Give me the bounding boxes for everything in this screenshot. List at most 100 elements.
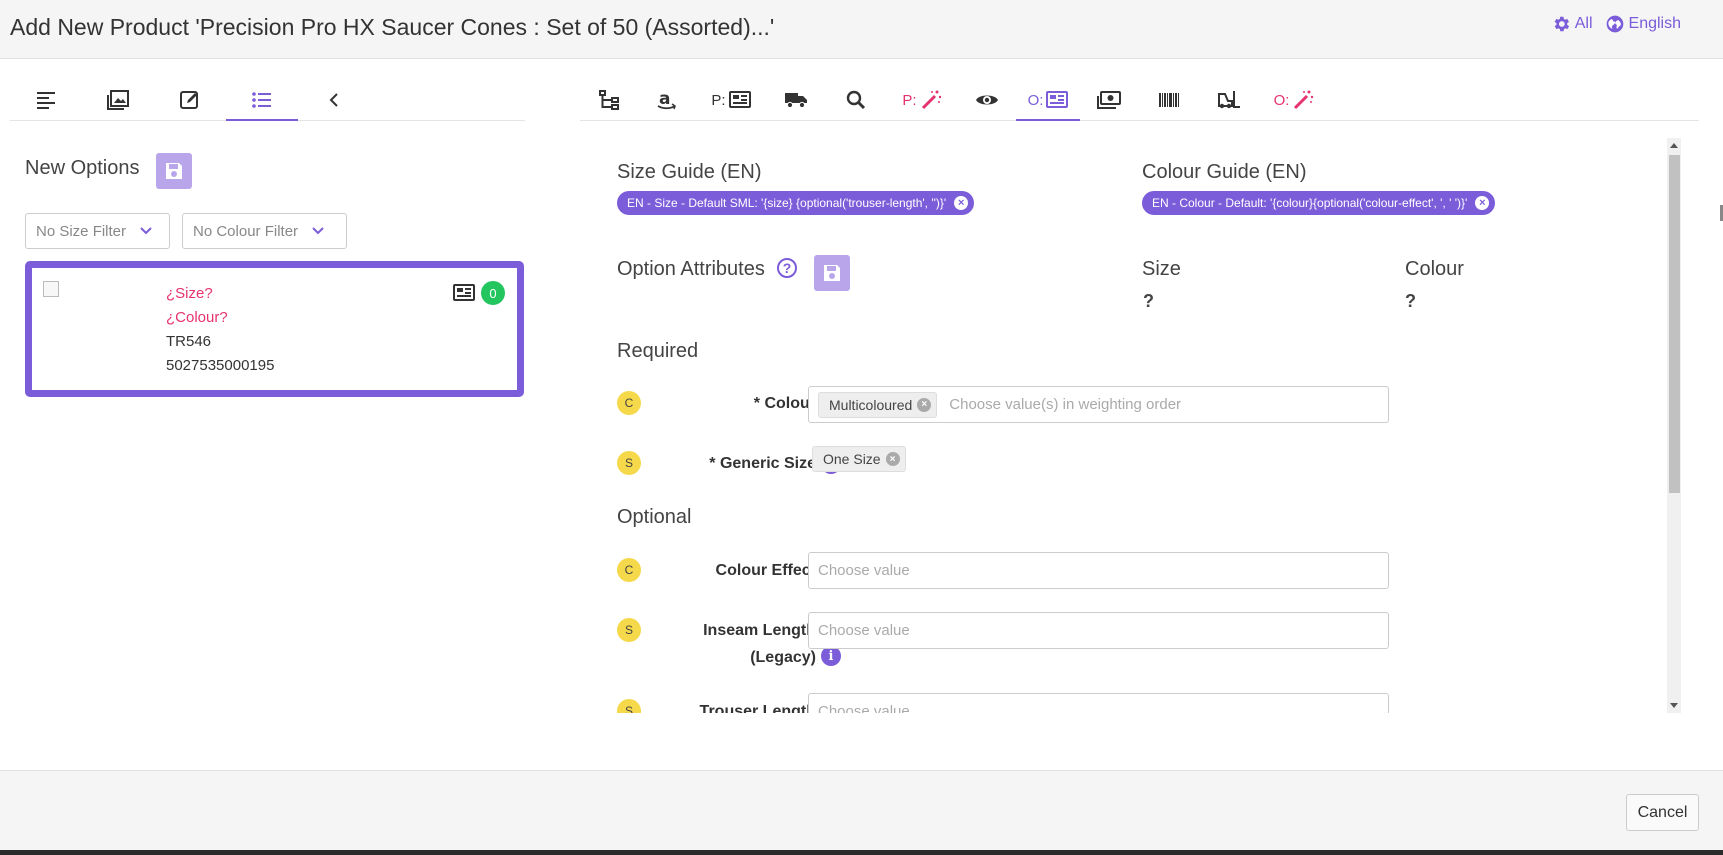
tab-shipping[interactable]: [766, 80, 826, 120]
tab-amazon[interactable]: a: [638, 80, 696, 120]
option-code: TR546: [166, 333, 212, 350]
colour-guide-chip[interactable]: EN - Colour - Default: '{colour}{optiona…: [1142, 191, 1496, 215]
required-heading: Required: [617, 340, 699, 362]
tab-option-listings[interactable]: O:: [1016, 80, 1080, 121]
colour-effect-select[interactable]: Choose value: [808, 552, 1389, 589]
size-value: ?: [1143, 291, 1154, 311]
generic-size-tag-label: One Size: [823, 451, 881, 467]
chevron-down-icon: [140, 227, 152, 235]
scroll-up-icon[interactable]: [1670, 143, 1678, 148]
inseam-length-label-line1: Inseam Length: [703, 622, 816, 639]
scrollbar-thumb[interactable]: [1669, 155, 1680, 493]
remove-colour-guide-icon[interactable]: ×: [1475, 196, 1490, 210]
save-attributes-button[interactable]: [814, 255, 850, 291]
collapse-panel-button[interactable]: [298, 80, 370, 120]
tab-prefix-o: O:: [1027, 91, 1044, 109]
option-filters: No Size Filter No Colour Filter: [25, 213, 347, 249]
colour-placeholder: Choose value(s) in weighting order: [949, 396, 1182, 413]
barcode-icon: [1159, 93, 1179, 107]
inseam-length-placeholder: Choose value: [818, 622, 910, 639]
modal-header: Add New Product 'Precision Pro HX Saucer…: [0, 0, 1723, 59]
tab-product-wizard[interactable]: P:: [886, 80, 958, 120]
inseam-length-select[interactable]: Choose value: [808, 612, 1389, 649]
option-card-details: ¿Size? ¿Colour? TR546 5027535000195: [166, 282, 274, 378]
tab-edit[interactable]: [154, 80, 226, 120]
remove-tag-icon[interactable]: ×: [917, 397, 932, 412]
language-label: English: [1628, 15, 1681, 32]
tab-description[interactable]: [10, 80, 82, 120]
listing-icon: [1046, 91, 1069, 108]
remove-size-guide-icon[interactable]: ×: [954, 196, 969, 210]
save-icon: [166, 163, 182, 179]
info-icon[interactable]: i: [821, 646, 841, 666]
forklift-icon: [1218, 91, 1240, 109]
edit-icon: [180, 91, 198, 109]
listing-count-badge: 0: [481, 281, 505, 305]
magic-wand-icon: [1294, 90, 1314, 110]
tab-images[interactable]: [82, 80, 154, 120]
search-icon: [846, 90, 866, 110]
inseam-length-field-label: Inseam Length (Legacy): [634, 617, 816, 671]
trouser-length-select[interactable]: Choose value: [808, 693, 1389, 713]
header-actions: All English: [1551, 14, 1681, 34]
colour-effect-field-label: Colour Effect: [715, 562, 816, 579]
right-tab-bar: a P: P: O: O:: [580, 80, 1699, 121]
settings-label: All: [1574, 15, 1593, 32]
optional-heading: Optional: [617, 506, 692, 528]
images-icon: [107, 90, 129, 110]
colour-field-label: * Colour: [753, 395, 816, 412]
language-button[interactable]: English: [1605, 14, 1681, 34]
gear-icon: [1554, 16, 1569, 32]
tab-option-wizard[interactable]: O:: [1258, 80, 1330, 120]
tab-product-listings[interactable]: P:: [696, 80, 766, 120]
chevron-down-icon: [312, 227, 324, 235]
size-filter-select[interactable]: No Size Filter: [25, 213, 170, 249]
colour-filter-select[interactable]: No Colour Filter: [182, 213, 347, 249]
size-guide-chip[interactable]: EN - Size - Default SML: '{size} {option…: [617, 191, 975, 215]
panel-scrollbar[interactable]: [1667, 138, 1681, 713]
tab-search[interactable]: [826, 80, 886, 120]
colour-attribute-badge: C: [617, 391, 641, 415]
svg-text:a: a: [659, 89, 670, 109]
colour-filter-label: No Colour Filter: [193, 222, 299, 240]
tab-prefix-o-wizard: O:: [1273, 91, 1290, 109]
add-product-modal: Add New Product 'Precision Pro HX Saucer…: [0, 0, 1723, 850]
list-icon: [252, 92, 271, 108]
tab-preview[interactable]: [958, 80, 1016, 120]
magic-wand-icon: [921, 90, 941, 110]
scroll-down-icon[interactable]: [1670, 703, 1678, 708]
tab-category-tree[interactable]: [580, 80, 638, 120]
cancel-button[interactable]: Cancel: [1626, 794, 1699, 831]
option-colour: ¿Colour?: [166, 309, 228, 326]
tab-pricing[interactable]: [1080, 80, 1138, 120]
globe-icon: [1606, 15, 1623, 33]
inseam-length-label-line2: (Legacy): [750, 649, 816, 666]
broken-image-icon: [43, 281, 59, 297]
option-size: ¿Size?: [166, 285, 213, 302]
colour-value: ?: [1405, 291, 1416, 311]
align-left-icon: [37, 92, 55, 109]
new-options-title: New Options: [25, 157, 140, 179]
size-guide-label: Size Guide (EN): [617, 161, 762, 183]
option-card[interactable]: ¿Size? ¿Colour? TR546 5027535000195 0: [25, 261, 524, 397]
tab-warehouse[interactable]: [1200, 80, 1258, 120]
option-attributes-label: Option Attributes: [617, 258, 765, 280]
colour-guide-label: Colour Guide (EN): [1142, 161, 1307, 183]
tab-barcodes[interactable]: [1138, 80, 1200, 120]
listing-icon[interactable]: [453, 284, 475, 302]
tab-prefix-p-wizard: P:: [902, 91, 917, 109]
generic-size-field-label: * Generic Size: [709, 455, 816, 472]
colour-guide-chip-text: EN - Colour - Default: '{colour}{optiona…: [1152, 196, 1468, 210]
trouser-length-placeholder: Choose value: [818, 703, 910, 713]
colour-multiselect[interactable]: Multicoloured × Choose value(s) in weigh…: [808, 386, 1389, 423]
settings-all-button[interactable]: All: [1551, 14, 1593, 34]
sitemap-icon: [599, 90, 619, 110]
tab-options[interactable]: [226, 80, 298, 121]
help-icon[interactable]: ?: [777, 258, 797, 278]
remove-tag-icon[interactable]: ×: [885, 452, 900, 466]
save-options-button[interactable]: [156, 153, 192, 189]
size-guide-chip-text: EN - Size - Default SML: '{size} {option…: [627, 196, 947, 210]
option-details-panel: Size Guide (EN) EN - Size - Default SML:…: [594, 138, 1669, 713]
listing-icon: [728, 91, 751, 108]
option-barcode: 5027535000195: [166, 357, 275, 374]
